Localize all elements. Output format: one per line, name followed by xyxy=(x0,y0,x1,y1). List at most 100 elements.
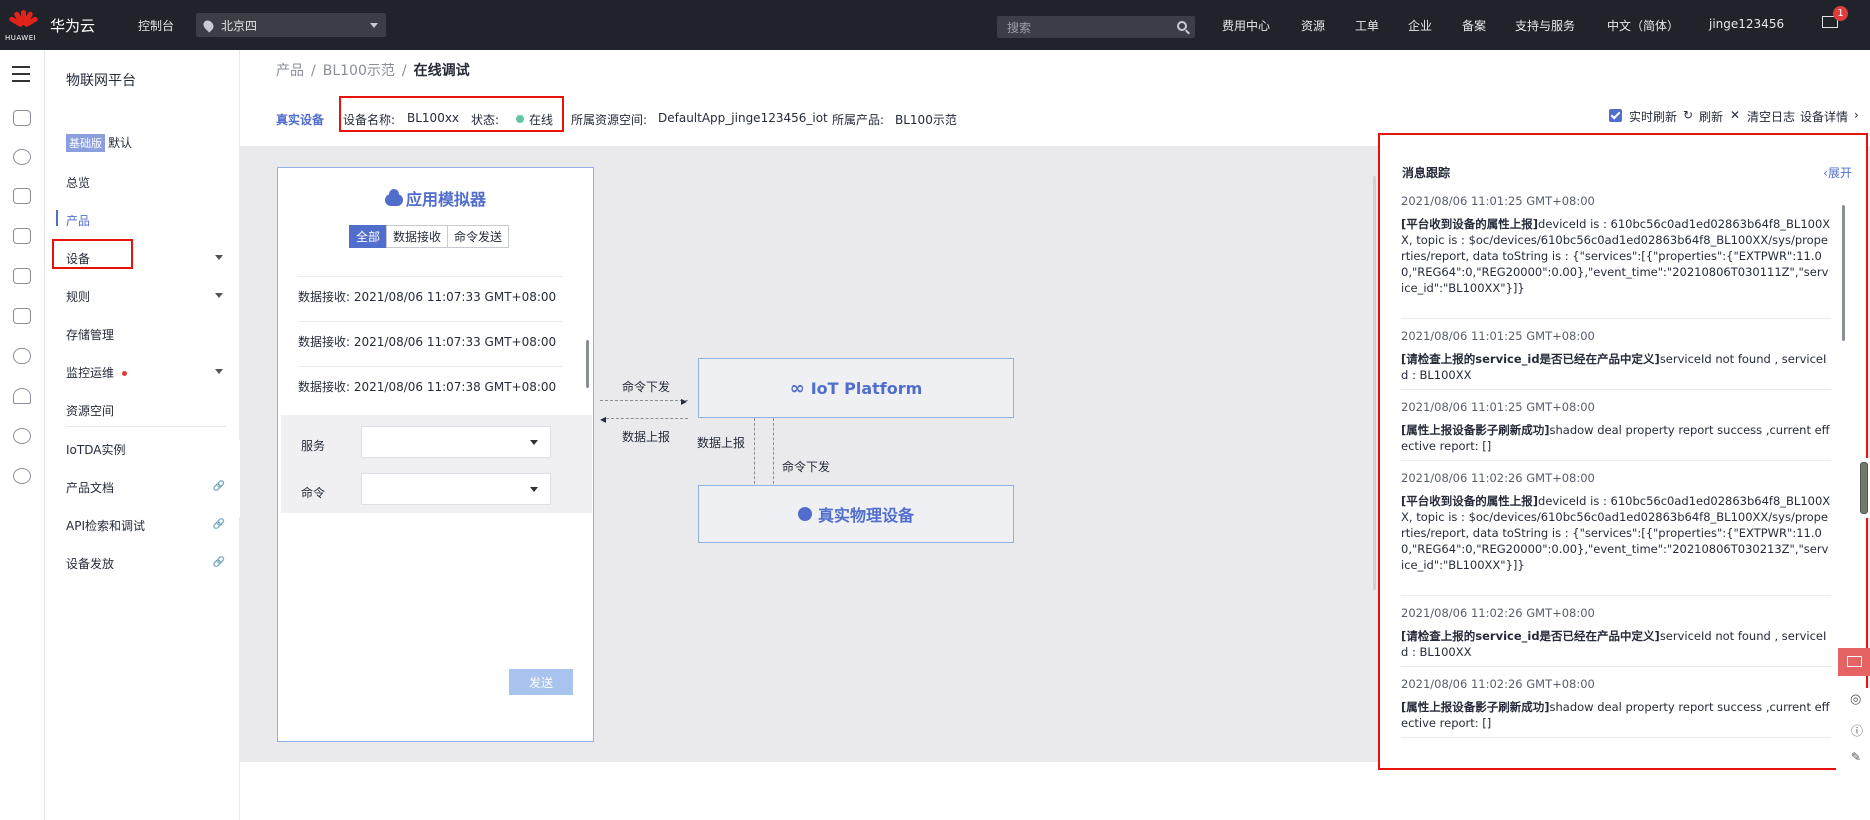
nav-resources[interactable]: 资源 xyxy=(1301,17,1325,34)
realtime-refresh-checkbox[interactable] xyxy=(1609,109,1622,122)
command-label: 命令 xyxy=(301,486,326,500)
service-icon-rail xyxy=(0,50,45,820)
divider xyxy=(298,321,563,322)
command-down-label-2: 命令下发 xyxy=(782,460,831,474)
sidebar-item-docs[interactable]: 产品文档 xyxy=(66,479,114,496)
device-type-label: 真实设备 xyxy=(276,113,325,127)
send-button[interactable]: 发送 xyxy=(509,669,573,695)
realtime-refresh-label[interactable]: 实时刷新 xyxy=(1629,108,1677,125)
close-icon[interactable]: ✕ xyxy=(1730,108,1740,122)
top-bar: HUAWEI 华为云 控制台 北京四 搜索 费用中心 资源 工单 企业 备案 支… xyxy=(0,0,1870,50)
document-icon[interactable] xyxy=(13,308,31,324)
cloud-service-icon[interactable] xyxy=(13,110,31,126)
device-details-link[interactable]: 设备详情 xyxy=(1800,108,1848,125)
breadcrumb: 产品 / BL100示范 / 在线调试 xyxy=(276,63,470,79)
tab-data-receive[interactable]: 数据接收 xyxy=(386,225,449,248)
data-up-arrow xyxy=(606,418,688,419)
sidebar-item-api-explorer[interactable]: API检索和调试 xyxy=(66,517,145,534)
sidebar-title: 物联网平台 xyxy=(66,73,136,89)
cloud-icon[interactable] xyxy=(13,348,31,364)
storage-icon[interactable] xyxy=(13,228,31,244)
clear-log-button[interactable]: 清空日志 xyxy=(1747,108,1795,125)
command-select[interactable] xyxy=(361,473,551,505)
refresh-button[interactable]: 刷新 xyxy=(1699,108,1723,125)
nav-tickets[interactable]: 工单 xyxy=(1355,17,1379,34)
sidebar-item-product[interactable]: 产品 xyxy=(66,212,90,229)
location-pin-icon xyxy=(201,17,216,33)
message-trace-highlight-box xyxy=(1378,133,1868,770)
search-icon[interactable] xyxy=(1177,21,1187,31)
list-item: 数据接收: 2021/08/06 11:07:33 GMT+08:00 xyxy=(298,290,557,304)
command-down-arrow xyxy=(600,400,688,401)
sidebar-item-overview[interactable]: 总览 xyxy=(66,174,90,191)
bridge-icon[interactable] xyxy=(13,188,31,204)
nav-username[interactable]: jinge123456 xyxy=(1709,17,1784,31)
help-toolbar: ◎ ⓘ ✎ xyxy=(1836,688,1870,770)
cloud-icon xyxy=(384,189,403,206)
brand-logo[interactable]: HUAWEI 华为云 xyxy=(0,8,130,42)
sidebar-item-iotda-instance[interactable]: IoTDA实例 xyxy=(66,441,125,458)
chevron-down-icon[interactable] xyxy=(215,293,223,298)
chevron-down-icon[interactable] xyxy=(215,255,223,260)
app-simulator-panel: 应用模拟器 全部 数据接收 命令发送 数据接收: 2021/08/06 11:0… xyxy=(277,167,594,742)
chevron-right-icon[interactable]: › xyxy=(1854,108,1859,122)
phone-icon[interactable] xyxy=(13,268,31,284)
brand-sub-label: HUAWEI xyxy=(5,34,37,42)
floating-widget[interactable] xyxy=(1836,458,1870,518)
refresh-icon[interactable]: ↻ xyxy=(1683,108,1693,122)
sidebar-item-monitoring[interactable]: 监控运维 xyxy=(66,364,128,381)
product-label: 所属产品: xyxy=(832,113,885,127)
device-icon xyxy=(797,507,812,521)
globe-icon[interactable] xyxy=(13,428,31,444)
external-link-icon: 🔗 xyxy=(212,481,225,492)
nav-filing[interactable]: 备案 xyxy=(1462,17,1486,34)
breadcrumb-product[interactable]: 产品 xyxy=(276,63,304,79)
device-info-highlight-box xyxy=(339,96,564,132)
arrow-right-icon: ▸ xyxy=(681,394,688,408)
nav-language[interactable]: 中文（简体） xyxy=(1607,17,1679,34)
sidebar-item-edition[interactable]: 基础版 默认 xyxy=(66,134,132,152)
arrow-left-icon: ◂ xyxy=(600,412,607,426)
region-selector[interactable]: 北京四 xyxy=(196,13,387,37)
console-link[interactable]: 控制台 xyxy=(138,17,174,34)
menu-icon[interactable] xyxy=(12,66,30,87)
iot-platform-box: ∞ IoT Platform xyxy=(698,358,1014,418)
network-icon[interactable] xyxy=(13,149,31,165)
nav-enterprise[interactable]: 企业 xyxy=(1408,17,1432,34)
sidebar-item-rules[interactable]: 规则 xyxy=(66,288,90,305)
sidebar-item-storage[interactable]: 存储管理 xyxy=(66,326,114,343)
tab-command-send[interactable]: 命令发送 xyxy=(447,225,510,248)
chat-icon[interactable] xyxy=(1838,648,1870,676)
list-item: 数据接收: 2021/08/06 11:07:38 GMT+08:00 xyxy=(298,380,557,394)
feedback-icon[interactable]: ✎ xyxy=(1851,750,1861,764)
nav-support[interactable]: 支持与服务 xyxy=(1515,17,1575,34)
sidebar-item-provisioning[interactable]: 设备发放 xyxy=(66,555,114,572)
monitoring-label: 监控运维 xyxy=(66,366,115,380)
infinity-icon: ∞ xyxy=(789,377,805,399)
huawei-logo-icon: HUAWEI xyxy=(5,8,39,42)
breadcrumb-current: 在线调试 xyxy=(413,63,470,79)
global-search-input[interactable]: 搜索 xyxy=(997,16,1195,38)
chevron-down-icon[interactable] xyxy=(215,369,223,374)
resource-space-label: 所属资源空间: xyxy=(571,113,648,127)
help-icon[interactable]: ⓘ xyxy=(1851,722,1863,739)
nav-billing[interactable]: 费用中心 xyxy=(1222,17,1270,34)
tab-all[interactable]: 全部 xyxy=(349,225,388,248)
simulator-tabs: 全部 数据接收 命令发送 xyxy=(349,225,510,248)
device-highlight-box xyxy=(52,239,133,269)
scrollbar[interactable] xyxy=(586,340,589,388)
anchor-icon[interactable] xyxy=(13,388,31,404)
divider xyxy=(66,426,226,427)
info-icon[interactable] xyxy=(13,468,31,484)
command-down-vertical-arrow xyxy=(773,418,774,484)
real-device-label: 真实物理设备 xyxy=(817,506,914,525)
region-value: 北京四 xyxy=(221,18,258,33)
sidebar-item-resource-space[interactable]: 资源空间 xyxy=(66,402,114,419)
real-device-box: 真实物理设备 xyxy=(698,485,1014,543)
progress-indicator-icon xyxy=(1860,462,1868,514)
service-select[interactable] xyxy=(361,426,551,458)
resource-space-value: DefaultApp_jinge123456_iot xyxy=(658,111,828,125)
scrollbar[interactable] xyxy=(1373,176,1376,590)
breadcrumb-product-name[interactable]: BL100示范 xyxy=(323,63,395,79)
headset-icon[interactable]: ◎ xyxy=(1850,692,1861,707)
